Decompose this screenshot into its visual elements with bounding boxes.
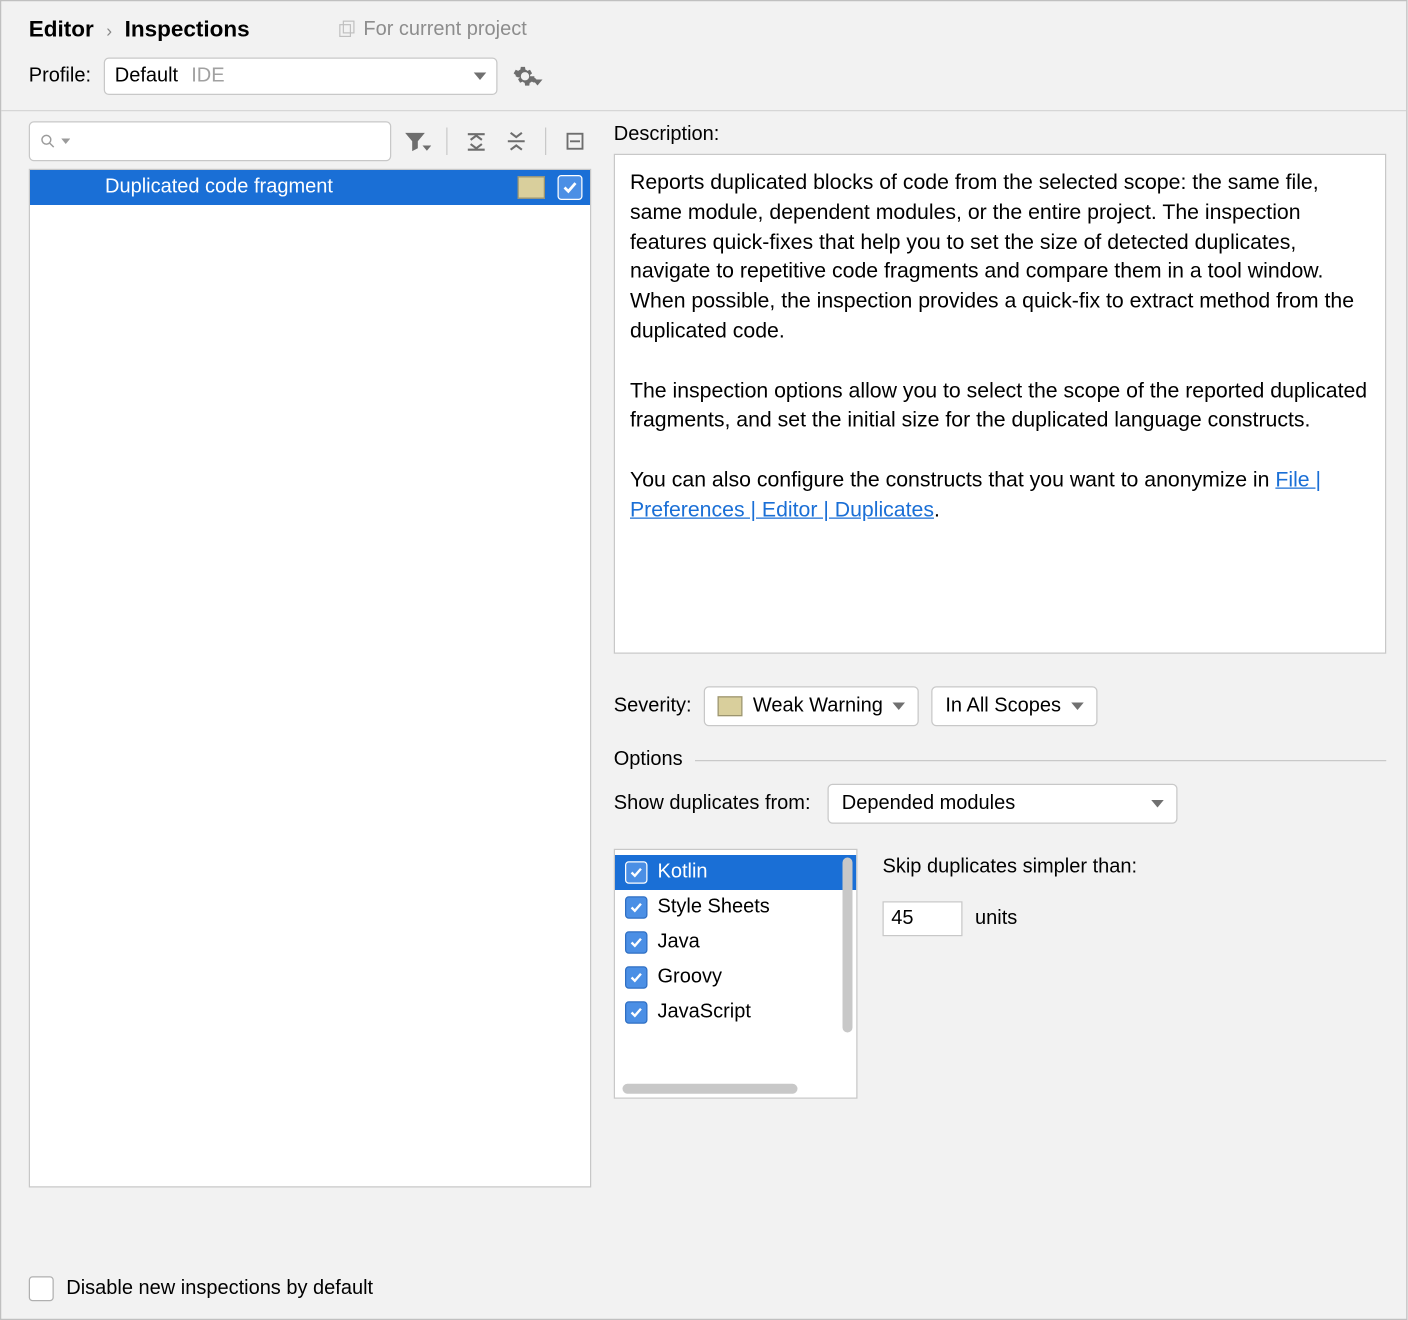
reset-icon	[565, 131, 585, 151]
language-label: Java	[658, 931, 700, 954]
chevron-down-icon	[1071, 703, 1084, 711]
skip-units-input[interactable]	[883, 901, 963, 936]
language-item[interactable]: JavaScript	[615, 995, 856, 1030]
language-label: JavaScript	[658, 1001, 751, 1024]
chevron-down-icon	[532, 78, 542, 88]
tree-toolbar	[29, 121, 592, 161]
options-separator: Options	[614, 749, 1387, 772]
scrollbar-vertical[interactable]	[843, 858, 853, 1033]
search-text[interactable]	[75, 129, 380, 153]
language-checkbox[interactable]	[625, 931, 648, 954]
for-current-project-hint: For current project	[337, 18, 527, 41]
expand-all-button[interactable]	[463, 128, 491, 156]
language-checkbox[interactable]	[625, 861, 648, 884]
profile-row: Profile: Default IDE	[1, 50, 1406, 111]
checkmark-icon	[629, 865, 644, 880]
chevron-down-icon	[893, 703, 906, 711]
skip-area: Skip duplicates simpler than: units	[883, 849, 1138, 1099]
language-checkbox[interactable]	[625, 966, 648, 989]
content-area: Duplicated code fragment Description: Re…	[1, 111, 1406, 1187]
language-label: Style Sheets	[658, 896, 770, 919]
scope-select[interactable]: In All Scopes	[932, 686, 1098, 726]
language-label: Kotlin	[658, 861, 708, 884]
profile-badge: IDE	[191, 65, 224, 86]
collapse-all-button[interactable]	[503, 128, 531, 156]
chevron-right-icon: ›	[106, 19, 112, 39]
checkmark-icon	[629, 970, 644, 985]
scope-value: In All Scopes	[945, 695, 1061, 718]
language-checkbox[interactable]	[625, 1001, 648, 1024]
inspection-tree-column: Duplicated code fragment	[29, 121, 592, 1187]
chevron-down-icon	[61, 136, 70, 146]
checkmark-icon	[561, 179, 579, 197]
inspections-settings-panel: Editor › Inspections For current project…	[0, 0, 1408, 1320]
reset-button[interactable]	[561, 128, 589, 156]
chevron-down-icon	[423, 143, 432, 152]
checkmark-icon	[629, 900, 644, 915]
description-paragraph: You can also configure the constructs th…	[630, 465, 1370, 524]
skip-label: Skip duplicates simpler than:	[883, 856, 1138, 879]
chevron-down-icon	[1152, 800, 1165, 808]
inspection-enabled-checkbox[interactable]	[558, 175, 583, 200]
search-icon	[40, 133, 56, 151]
profile-label: Profile:	[29, 65, 91, 88]
breadcrumb-editor[interactable]: Editor	[29, 16, 94, 42]
divider	[695, 759, 1386, 760]
severity-value: Weak Warning	[753, 695, 883, 718]
show-duplicates-row: Show duplicates from: Depended modules	[614, 784, 1387, 824]
severity-label: Severity:	[614, 695, 692, 718]
profile-select[interactable]: Default IDE	[103, 58, 497, 96]
language-label: Groovy	[658, 966, 722, 989]
severity-swatch	[518, 176, 546, 199]
language-item[interactable]: Java	[615, 925, 856, 960]
for-current-project-label: For current project	[363, 18, 526, 41]
description-paragraph: The inspection options allow you to sele…	[630, 376, 1370, 435]
inspection-name: Duplicated code fragment	[105, 176, 505, 199]
severity-select[interactable]: Weak Warning	[704, 686, 919, 726]
expand-all-icon	[465, 130, 488, 153]
inspection-details-column: Description: Reports duplicated blocks o…	[614, 121, 1387, 1187]
profile-selected: Default	[115, 65, 178, 86]
skip-units-label: units	[975, 908, 1017, 931]
description-paragraph: Reports duplicated blocks of code from t…	[630, 168, 1370, 346]
inspection-duplicated-code[interactable]: Duplicated code fragment	[30, 170, 590, 205]
language-item[interactable]: Kotlin	[615, 855, 856, 890]
show-duplicates-select[interactable]: Depended modules	[828, 784, 1178, 824]
show-duplicates-label: Show duplicates from:	[614, 793, 811, 816]
language-list[interactable]: Kotlin Style Sheets Java Groovy JavaScript	[614, 849, 858, 1099]
disable-new-inspections-checkbox[interactable]	[29, 1276, 54, 1301]
language-item[interactable]: Groovy	[615, 960, 856, 995]
separator	[446, 128, 447, 156]
severity-swatch	[718, 696, 743, 716]
filter-button[interactable]	[404, 128, 432, 156]
severity-row: Severity: Weak Warning In All Scopes	[614, 686, 1387, 726]
disable-new-inspections-label: Disable new inspections by default	[66, 1278, 373, 1301]
language-checkbox[interactable]	[625, 896, 648, 919]
profile-settings-button[interactable]	[510, 59, 545, 94]
options-heading: Options	[614, 749, 683, 772]
search-input[interactable]	[29, 121, 392, 161]
copy-icon	[337, 20, 356, 39]
show-duplicates-value: Depended modules	[842, 793, 1015, 816]
breadcrumb-inspections[interactable]: Inspections	[125, 16, 250, 42]
checkmark-icon	[629, 1005, 644, 1020]
checkmark-icon	[629, 935, 644, 950]
chevron-down-icon	[473, 73, 486, 81]
description-box: Reports duplicated blocks of code from t…	[614, 154, 1387, 654]
description-label: Description:	[614, 121, 1387, 146]
breadcrumb: Editor › Inspections For current project	[1, 1, 1406, 50]
collapse-all-icon	[505, 130, 528, 153]
language-item[interactable]: Style Sheets	[615, 890, 856, 925]
inspection-tree[interactable]: Duplicated code fragment	[29, 169, 592, 1188]
separator	[545, 128, 546, 156]
footer-bar: Disable new inspections by default	[29, 1276, 373, 1301]
scrollbar-horizontal[interactable]	[623, 1084, 798, 1094]
options-bottom: Kotlin Style Sheets Java Groovy JavaScript S…	[614, 849, 1387, 1099]
